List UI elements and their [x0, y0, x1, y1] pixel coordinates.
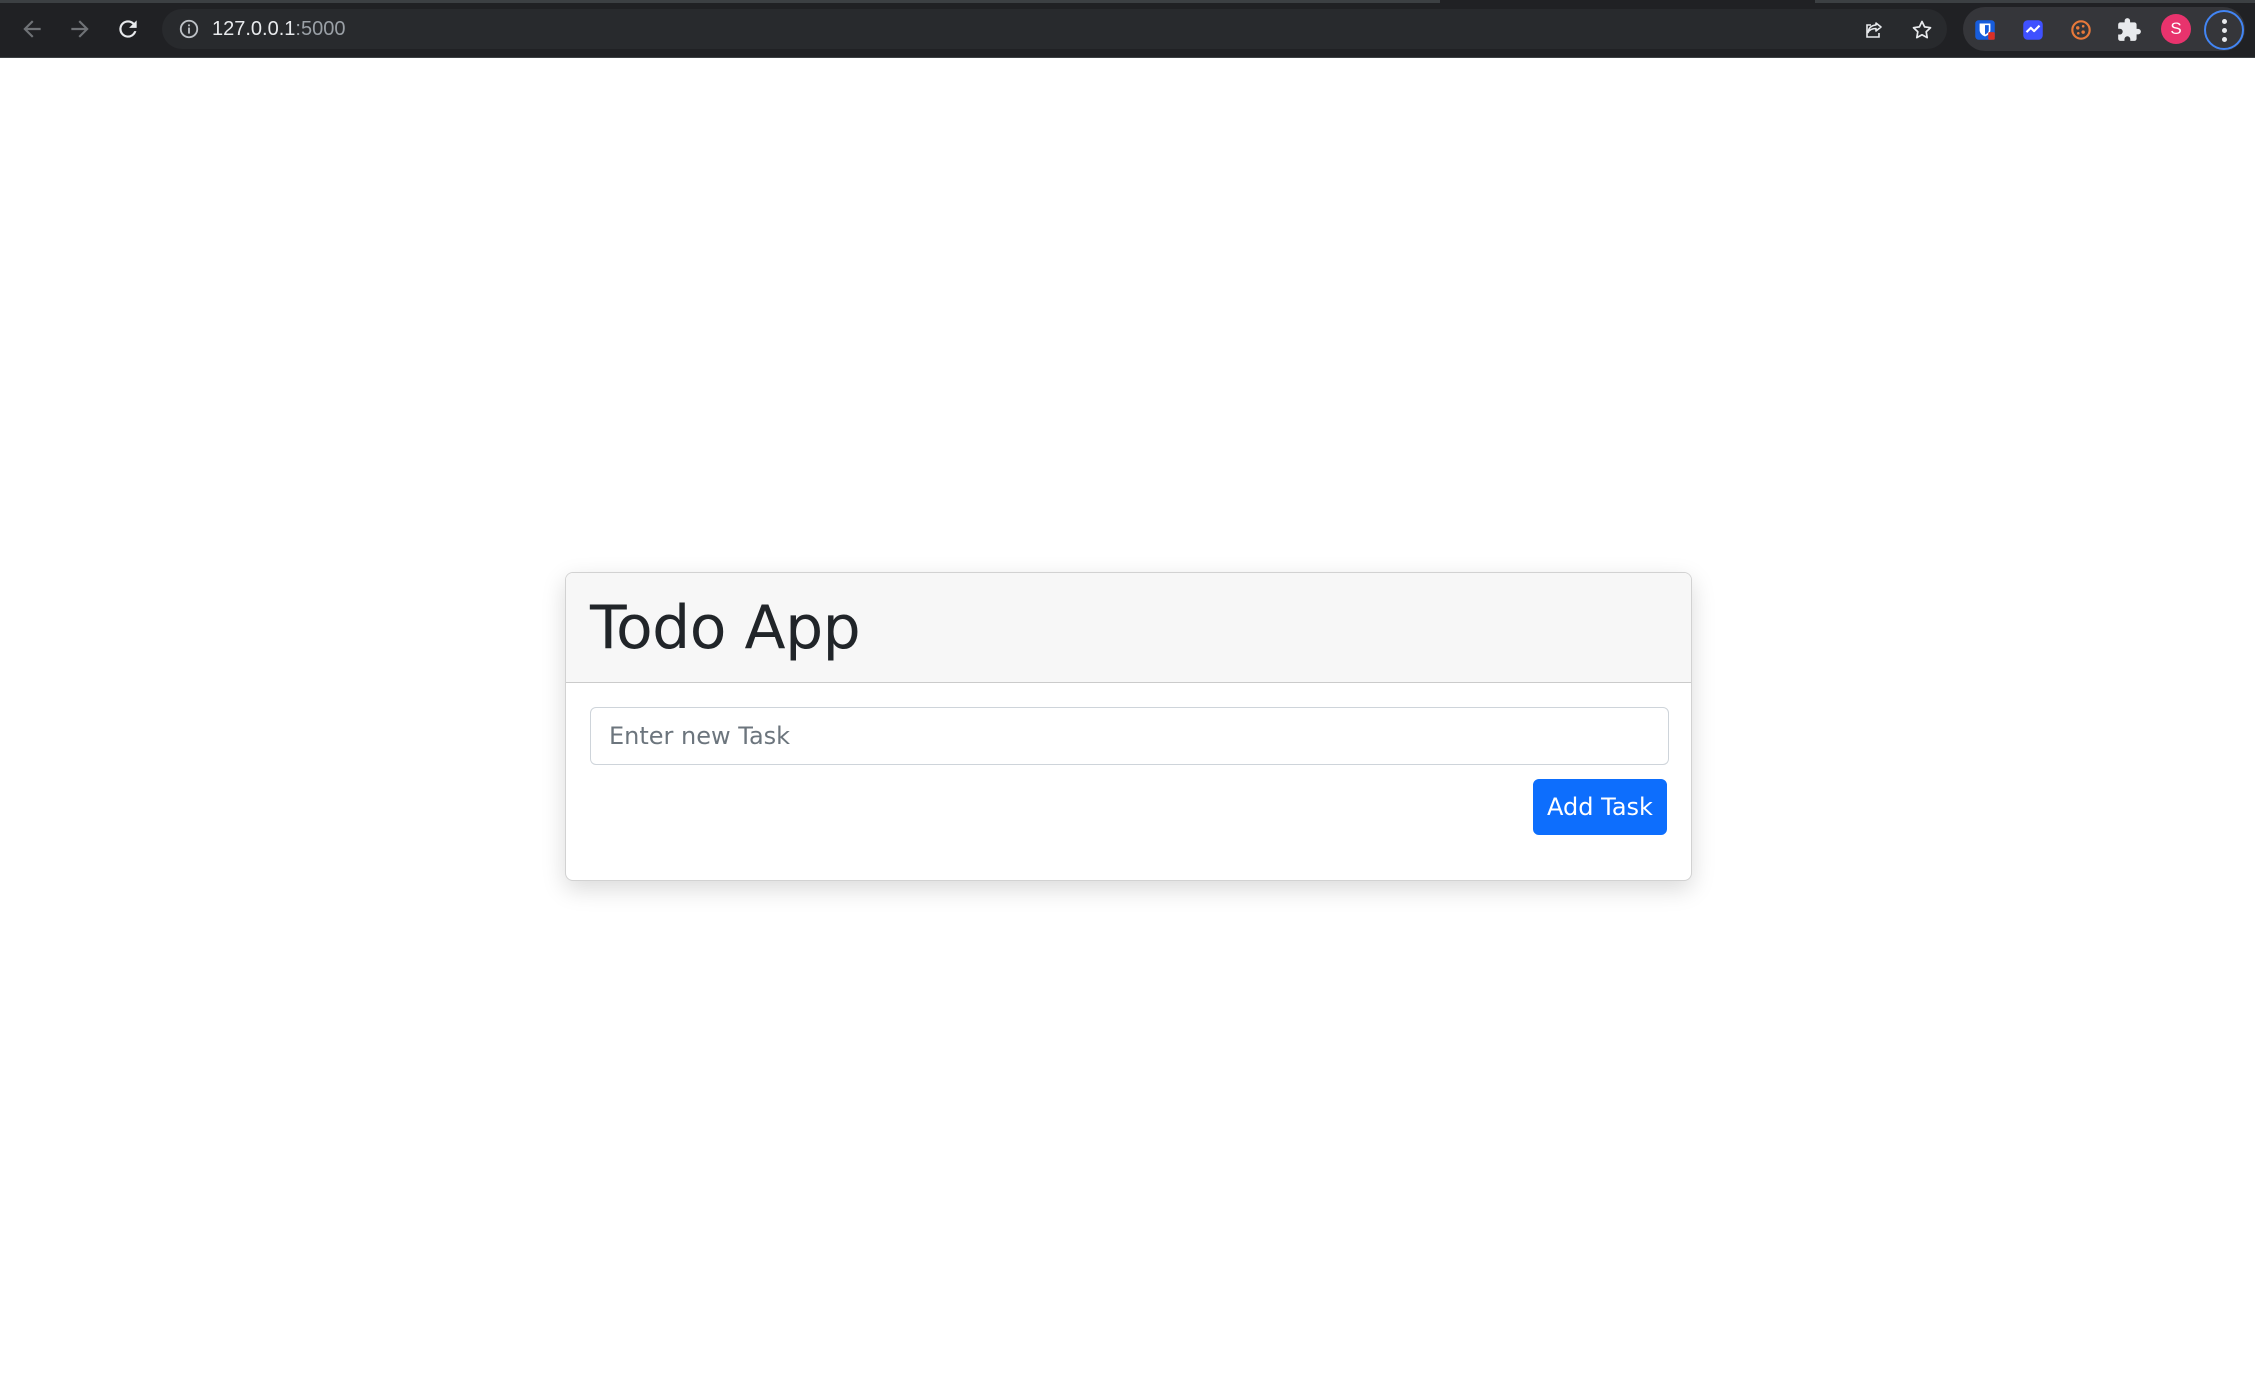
star-icon [1912, 20, 1932, 39]
bookmark-button[interactable] [1910, 18, 1934, 42]
url-host: 127.0.0.1 [212, 18, 296, 40]
new-task-input[interactable] [590, 707, 1669, 765]
share-icon [1866, 22, 1882, 38]
address-bar[interactable]: 127.0.0.1:5000 [162, 9, 1947, 49]
extensions-area [1963, 7, 2245, 51]
browser-menu-button[interactable] [2204, 10, 2244, 50]
tab-strip-edge [0, 0, 1440, 3]
reload-button[interactable] [108, 10, 148, 48]
card-header: Todo App [566, 573, 1691, 683]
arrow-right-icon [71, 20, 89, 38]
forward-button[interactable] [60, 10, 100, 48]
back-button[interactable] [12, 10, 52, 48]
todo-card: Todo App Add Task [565, 572, 1692, 881]
bitwarden-icon[interactable] [1971, 16, 1999, 44]
add-task-button[interactable]: Add Task [1533, 779, 1667, 835]
tab-strip-edge [1815, 0, 2255, 3]
reload-icon [119, 20, 137, 38]
url-text[interactable]: 127.0.0.1:5000 [212, 19, 345, 39]
extension-chart-icon[interactable] [2019, 16, 2047, 44]
profile-avatar[interactable]: S [2161, 14, 2191, 44]
page-title: Todo App [590, 593, 861, 663]
url-port: :5000 [295, 18, 346, 40]
info-icon[interactable] [178, 18, 200, 40]
puzzle-icon[interactable] [2115, 16, 2143, 44]
browser-toolbar: 127.0.0.1:5000 S [0, 0, 2255, 58]
cookie-icon[interactable] [2067, 16, 2095, 44]
card-body: Add Task [566, 683, 1691, 835]
arrow-left-icon [23, 20, 41, 38]
share-button[interactable] [1862, 18, 1886, 42]
more-vert-icon [2221, 18, 2227, 42]
